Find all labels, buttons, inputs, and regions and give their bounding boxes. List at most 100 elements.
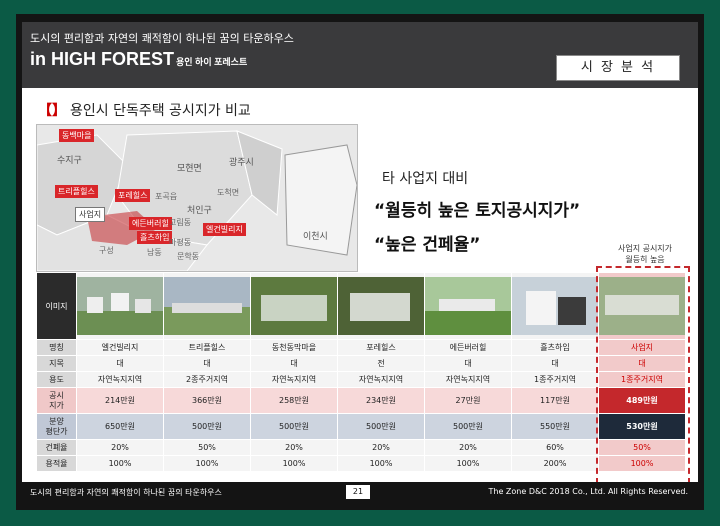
- cell-land-price: 214만원: [76, 387, 164, 414]
- cell-jimok: 대: [511, 355, 599, 372]
- highlight-box: [596, 266, 690, 484]
- header-title: in HIGH FOREST 용인 하이 포레스트: [30, 49, 247, 70]
- cell-jimok: 전: [337, 355, 425, 372]
- photo-elgun: [77, 277, 163, 335]
- label-jimok: 지목: [36, 355, 77, 372]
- cell-name: 트리플힐스: [163, 339, 251, 356]
- row-jimok: 지목 대 대 대 전 대 대 대: [36, 355, 686, 372]
- cell-use: 자연녹지지역: [250, 371, 338, 388]
- region-nam: 남동: [147, 248, 162, 257]
- cell-far: 200%: [511, 455, 599, 472]
- cell-use: 자연녹지지역: [424, 371, 512, 388]
- location-map: 동백마을 트리플힐스 포레힐스 사업지 에든버러힐 흘츠하임 엘건빌리지 수지구…: [36, 124, 358, 272]
- cell-far: 100%: [76, 455, 164, 472]
- cell-land-price: 234만원: [337, 387, 425, 414]
- comparison-line2: “월등히 높은 토지공시지가”: [374, 201, 581, 221]
- cell-use: 2종주거지역: [163, 371, 251, 388]
- region-cheoin: 처인구: [187, 206, 212, 216]
- photo-cell: [76, 272, 164, 340]
- footer-bar: 도시의 편리함과 자연의 쾌적함이 하나된 꿈의 타운하우스 21 The Zo…: [22, 482, 698, 504]
- cell-sale-price: 500만원: [250, 413, 338, 440]
- cell-far: 100%: [250, 455, 338, 472]
- region-icheon: 이천시: [303, 232, 328, 242]
- region-guseong: 구성: [99, 246, 114, 255]
- region-gwangju: 광주시: [229, 158, 254, 168]
- section-title: 용인시 단독주택 공시지가 비교: [70, 103, 251, 119]
- cell-use: 자연녹지지역: [76, 371, 164, 388]
- cell-jimok: 대: [424, 355, 512, 372]
- slide: 도시의 편리함과 자연의 쾌적함이 하나된 꿈의 타운하우스 in HIGH F…: [22, 22, 698, 504]
- region-gorim: 고림동: [169, 218, 192, 227]
- row-name: 명칭 엘건빌리지 트리플힐스 동천동막마을 포레힐스 에든버러힐 흘츠하임 사업…: [36, 339, 686, 356]
- cell-name: 포레힐스: [337, 339, 425, 356]
- map-label-holz: 흘츠하임: [137, 231, 173, 244]
- region-munhak: 문학동: [177, 252, 200, 261]
- cell-sale-price: 550만원: [511, 413, 599, 440]
- cell-name: 엘건빌리지: [76, 339, 164, 356]
- cell-bcr: 20%: [76, 439, 164, 456]
- row-bcr: 건폐율 20% 50% 20% 20% 20% 60% 50%: [36, 439, 686, 456]
- map-label-foret: 포레힐스: [115, 189, 151, 202]
- cell-sale-price: 650만원: [76, 413, 164, 440]
- brand-title-small: 용인 하이 포레스트: [176, 57, 248, 67]
- row-image: 이미지: [36, 272, 686, 340]
- cell-use: 자연녹지지역: [337, 371, 425, 388]
- map-label-site: 사업지: [75, 207, 106, 222]
- map-label-edinburgh: 에든버러힐: [129, 217, 172, 230]
- label-use: 용도: [36, 371, 77, 388]
- header-subtitle: 도시의 편리함과 자연의 쾌적함이 하나된 꿈의 타운하우스: [30, 32, 294, 45]
- comparison-line1: 타 사업지 대비: [382, 171, 469, 187]
- cell-land-price: 366만원: [163, 387, 251, 414]
- callout-line2: 월등히 높음: [625, 255, 665, 264]
- photo-cell: [424, 272, 512, 340]
- region-suji: 수지구: [57, 156, 82, 166]
- label-name: 명칭: [36, 339, 77, 356]
- callout-note: 사업지 공시지가월등히 높음: [600, 243, 690, 265]
- cell-land-price: 27만원: [424, 387, 512, 414]
- label-bcr: 건폐율: [36, 439, 77, 456]
- map-label-elgun: 엘건빌리지: [203, 223, 246, 236]
- cell-bcr: 60%: [511, 439, 599, 456]
- cell-use: 1종주거지역: [511, 371, 599, 388]
- row-far: 용적율 100% 100% 100% 100% 100% 200% 100%: [36, 455, 686, 472]
- comparison-line3: “높은 건페율”: [374, 235, 481, 255]
- map-label-dongbaek: 동백마을: [59, 129, 95, 142]
- cell-far: 100%: [163, 455, 251, 472]
- row-use: 용도 자연녹지지역 2종주거지역 자연녹지지역 자연녹지지역 자연녹지지역 1종…: [36, 371, 686, 388]
- cell-jimok: 대: [163, 355, 251, 372]
- cell-sale-price: 500만원: [337, 413, 425, 440]
- cell-land-price: 117만원: [511, 387, 599, 414]
- label-sale-price: 분양 평단가: [36, 413, 77, 440]
- cell-far: 100%: [424, 455, 512, 472]
- region-mohyeon: 모현면: [177, 164, 202, 174]
- cell-land-price: 258만원: [250, 387, 338, 414]
- cell-jimok: 대: [250, 355, 338, 372]
- cell-bcr: 20%: [337, 439, 425, 456]
- photo-edinburgh: [425, 277, 511, 335]
- photo-cell: [511, 272, 599, 340]
- photo-holz: [512, 277, 598, 335]
- cell-bcr: 50%: [163, 439, 251, 456]
- region-mapyeong: 마평동: [169, 238, 192, 247]
- brand-title: in HIGH FOREST: [30, 49, 174, 69]
- callout-line1: 사업지 공시지가: [617, 244, 673, 253]
- cell-jimok: 대: [76, 355, 164, 372]
- photo-cell: [337, 272, 425, 340]
- copyright: The Zone D&C 2018 Co., Ltd. All Rights R…: [488, 487, 688, 496]
- map-label-triple: 트리플힐스: [55, 185, 98, 198]
- photo-cell: [163, 272, 251, 340]
- label-far: 용적율: [36, 455, 77, 472]
- cell-sale-price: 500만원: [424, 413, 512, 440]
- photo-dongmak: [251, 277, 337, 335]
- region-pogok: 포곡읍: [155, 192, 178, 201]
- row-land-price: 공시 지가 214만원 366만원 258만원 234만원 27만원 117만원…: [36, 387, 686, 414]
- cell-name: 동천동막마을: [250, 339, 338, 356]
- map-shapes: [37, 130, 357, 271]
- cell-name: 에든버러힐: [424, 339, 512, 356]
- photo-triple: [164, 277, 250, 335]
- bracket-icon: 【】: [38, 103, 66, 119]
- cell-name: 흘츠하임: [511, 339, 599, 356]
- section-tag: 시 장 분 석: [556, 55, 680, 81]
- cell-bcr: 20%: [250, 439, 338, 456]
- region-docheok: 도척면: [217, 188, 240, 197]
